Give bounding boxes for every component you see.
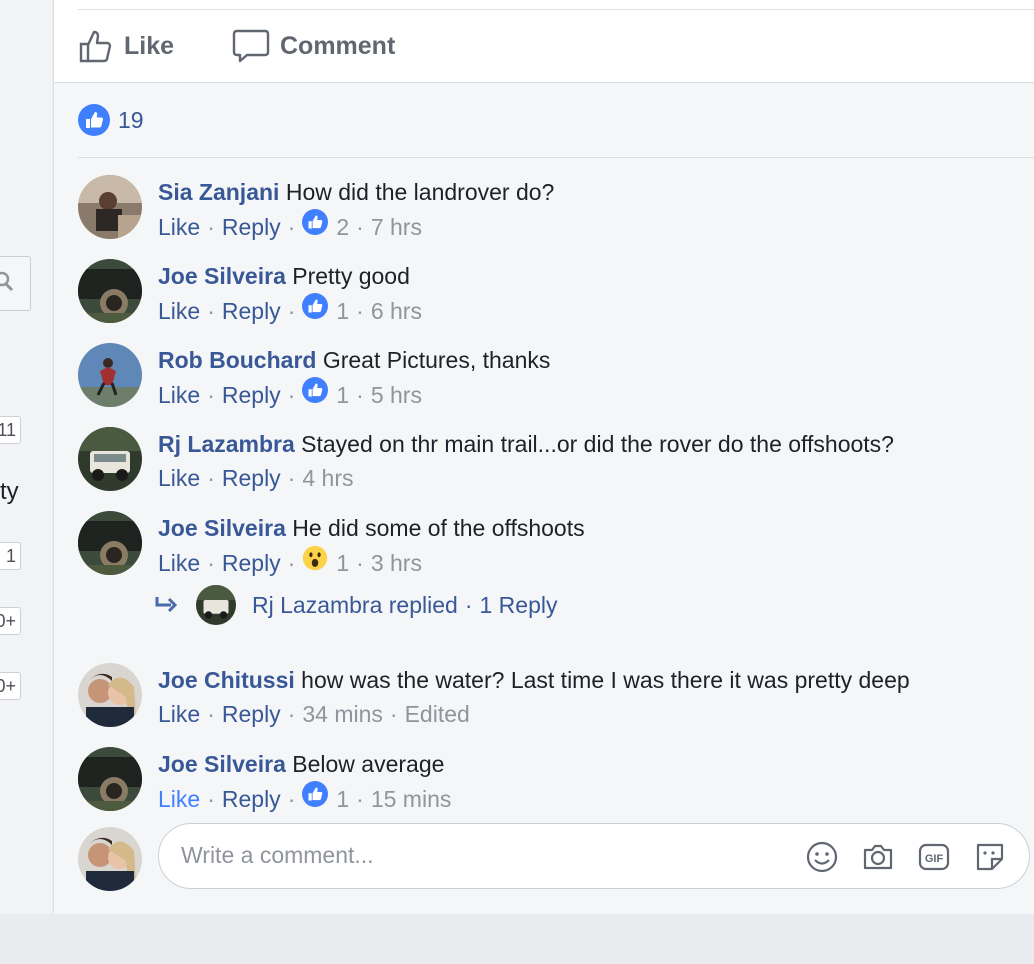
comment-text: Great Pictures, thanks [322, 347, 551, 373]
comment-time[interactable]: 34 mins [302, 697, 383, 731]
reply-arrow-icon [155, 597, 178, 613]
comment-input-box[interactable]: GIF [158, 823, 1030, 889]
comment-like-link[interactable]: Like [158, 546, 200, 580]
like-button-label: Like [124, 31, 175, 60]
comment-reply-link[interactable]: Reply [222, 461, 281, 495]
comment-button-label: Comment [280, 31, 396, 60]
like-reaction-icon[interactable] [302, 209, 329, 244]
like-reaction-icon[interactable] [302, 293, 329, 328]
avatar[interactable] [78, 663, 142, 727]
reaction-count[interactable]: 2 [336, 210, 349, 244]
like-reaction-icon[interactable] [302, 781, 329, 816]
comment-time[interactable]: 6 hrs [371, 294, 422, 328]
sidebar-badge: 0+ [0, 672, 21, 700]
comment-like-link[interactable]: Like [158, 461, 200, 495]
comment-edited-label[interactable]: Edited [405, 697, 470, 731]
sidebar-badge: 1 [0, 542, 21, 570]
comment-reply-link[interactable]: Reply [222, 782, 281, 816]
separator: · [287, 213, 296, 240]
comment-time[interactable]: 15 mins [371, 782, 452, 816]
comment-author[interactable]: Sia Zanjani [158, 179, 279, 205]
comment-text: How did the landrover do? [285, 179, 555, 205]
comment-text: how was the water? Last time I was there… [301, 667, 910, 693]
avatar[interactable] [78, 343, 142, 407]
comment-time[interactable]: 3 hrs [371, 546, 422, 580]
comment-author[interactable]: Joe Chitussi [158, 667, 295, 693]
gif-icon[interactable]: GIF [917, 840, 951, 874]
reaction-count[interactable]: 1 [336, 546, 349, 580]
reaction-count[interactable]: 1 [336, 294, 349, 328]
comment-author[interactable]: Joe Silveira [158, 263, 286, 289]
comment-author[interactable]: Joe Silveira [158, 515, 286, 541]
left-sidebar-fragment: 11 ty 1 0+ 0+ [0, 0, 52, 964]
comment-like-link[interactable]: Like [158, 294, 200, 328]
like-reaction-icon [78, 104, 110, 136]
comment-author[interactable]: Rj Lazambra [158, 431, 295, 457]
comment-time[interactable]: 7 hrs [371, 210, 422, 244]
comment-text: Stayed on thr main trail...or did the ro… [301, 431, 894, 457]
comment-reply-link[interactable]: Reply [222, 378, 281, 412]
comment-like-link[interactable]: Like [158, 782, 200, 816]
avatar [196, 585, 236, 625]
comment-input[interactable] [181, 842, 741, 869]
avatar[interactable] [78, 511, 142, 575]
reactions-count: 19 [118, 106, 144, 133]
like-reaction-icon[interactable] [302, 377, 329, 412]
comment-reply-link[interactable]: Reply [222, 210, 281, 244]
emoji-icon[interactable] [805, 840, 839, 874]
replies-summary-text: Rj Lazambra replied [252, 591, 458, 618]
comment-text: He did some of the offshoots [292, 515, 585, 541]
divider [78, 9, 1034, 10]
reaction-count[interactable]: 1 [336, 378, 349, 412]
avatar[interactable] [78, 747, 142, 811]
camera-icon[interactable] [861, 840, 895, 874]
divider [78, 157, 1034, 158]
comment-like-link[interactable]: Like [158, 210, 200, 244]
sticker-icon[interactable] [973, 840, 1007, 874]
comment-author[interactable]: Joe Silveira [158, 751, 286, 777]
avatar[interactable] [78, 259, 142, 323]
separator: · [207, 213, 215, 240]
reaction-count[interactable]: 1 [336, 782, 349, 816]
comment-author[interactable]: Rob Bouchard [158, 347, 316, 373]
page-background [0, 914, 1034, 964]
comment-reply-link[interactable]: Reply [222, 546, 281, 580]
avatar[interactable] [78, 175, 142, 239]
comment-like-link[interactable]: Like [158, 378, 200, 412]
avatar[interactable] [78, 427, 142, 491]
comment-reply-link[interactable]: Reply [222, 294, 281, 328]
comment-text: Below average [292, 751, 445, 777]
sidebar-fragment-text: ty [0, 478, 19, 505]
comment-button[interactable]: Comment [232, 25, 395, 67]
comment-like-link[interactable]: Like [158, 697, 200, 731]
comment-text: Pretty good [292, 263, 410, 289]
thumbs-up-icon [79, 30, 112, 63]
comment-icon [232, 29, 270, 63]
post-action-bar: Like Comment [54, 0, 1034, 83]
replies-count: 1 Reply [479, 591, 558, 618]
comment-time[interactable]: 4 hrs [302, 461, 353, 495]
post-card: Like Comment 19 Sia Zanjani How did the … [53, 0, 1034, 915]
sidebar-badge: 11 [0, 416, 21, 444]
sidebar-search-button[interactable] [0, 256, 31, 311]
reactions-summary[interactable]: 19 [78, 103, 144, 137]
svg-text:GIF: GIF [925, 853, 944, 865]
comment-time[interactable]: 5 hrs [371, 378, 422, 412]
search-icon [0, 271, 14, 292]
wow-reaction-icon[interactable] [302, 545, 328, 580]
comments-section: 19 Sia Zanjani How did the landrover do?… [54, 83, 1034, 915]
view-replies-link[interactable]: Rj Lazambra replied · 1 Reply [154, 583, 557, 627]
comment-reply-link[interactable]: Reply [222, 697, 281, 731]
sidebar-badge: 0+ [0, 607, 21, 635]
like-button[interactable]: Like [78, 25, 174, 67]
current-user-avatar [78, 827, 142, 891]
